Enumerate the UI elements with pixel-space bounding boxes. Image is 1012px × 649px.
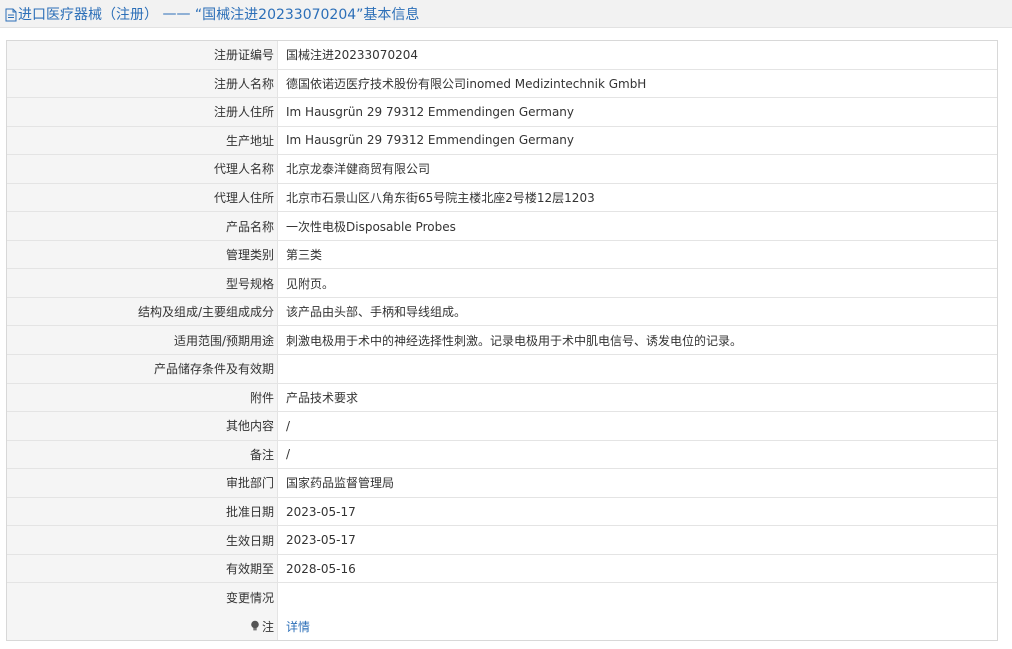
field-label: 产品储存条件及有效期	[7, 355, 278, 383]
field-value: /	[286, 418, 291, 433]
field-value: 国械注进20233070204	[286, 48, 418, 63]
field-label: 适用范围/预期用途	[7, 326, 278, 355]
table-row: 代理人名称 北京龙泰洋健商贸有限公司	[7, 155, 997, 184]
field-label: 型号规格	[7, 269, 278, 297]
field-label: 注册证编号	[7, 41, 278, 69]
field-value: /	[286, 447, 291, 462]
bulb-icon	[250, 620, 260, 632]
field-label: 注册人住所	[7, 98, 278, 126]
field-label: 代理人住所	[7, 183, 278, 212]
note-value-cell: 详情	[278, 612, 997, 641]
field-label: 管理类别	[7, 240, 278, 269]
field-value: 2023-05-17	[286, 533, 356, 548]
field-value: 刺激电极用于术中的神经选择性刺激。记录电极用于术中肌电信号、诱发电位的记录。	[286, 333, 743, 348]
table-row: 审批部门 国家药品监督管理局	[7, 469, 997, 498]
table-row: 变更情况	[7, 583, 997, 612]
field-value: 产品技术要求	[286, 390, 359, 405]
title-prefix: 进口医疗器械（注册）	[18, 6, 158, 23]
table-row: 生产地址 Im Hausgrün 29 79312 Emmendingen Ger…	[7, 126, 997, 156]
table-row: 批准日期 2023-05-17	[7, 497, 997, 527]
field-label: 有效期至	[7, 554, 278, 583]
field-value: Im Hausgrün 29 79312 Emmendingen Germany	[286, 104, 575, 119]
table-row: 注册人住所 Im Hausgrün 29 79312 Emmendingen Ge…	[7, 98, 997, 127]
field-value	[278, 355, 997, 383]
table-row: 产品名称 一次性电极Disposable Probes	[7, 212, 997, 241]
title-main: “国械注进20233070204”基本信息	[194, 6, 420, 23]
table-row: 代理人住所 北京市石景山区八角东街65号院主楼北座2号楼12层1203	[7, 183, 997, 213]
table-row: 其他内容 /	[7, 412, 997, 441]
details-link[interactable]: 详情	[286, 618, 310, 635]
field-label: 代理人名称	[7, 155, 278, 183]
table-row: 备注 /	[7, 440, 997, 470]
info-table: 注册证编号 国械注进20233070204 注册人名称 德国依诺迈医疗技术股份有限公司…	[6, 40, 998, 642]
field-label: 批准日期	[7, 497, 278, 526]
field-value: 一次性电极Disposable Probes	[286, 219, 456, 234]
field-value: 2023-05-17	[286, 504, 356, 519]
field-value: 该产品由头部、手柄和导线组成。	[286, 305, 467, 320]
note-label-cell: 注	[7, 611, 278, 641]
field-label: 备注	[7, 440, 278, 469]
field-value: 见附页。	[286, 276, 335, 291]
field-value: 2028-05-16	[286, 561, 356, 576]
table-row: 产品储存条件及有效期	[7, 355, 997, 384]
field-label: 结构及组成/主要组成成分	[7, 297, 278, 326]
field-label: 变更情况	[7, 583, 278, 612]
field-label: 审批部门	[7, 469, 278, 497]
field-label: 注册人名称	[7, 69, 278, 98]
table-row: 型号规格 见附页。	[7, 269, 997, 298]
table-row: 注册证编号 国械注进20233070204	[7, 41, 997, 70]
field-value: 第三类	[286, 248, 323, 263]
title-separator: ——	[158, 5, 195, 22]
table-row: 管理类别 第三类	[7, 240, 997, 270]
table-row: 适用范围/预期用途 刺激电极用于术中的神经选择性刺激。记录电极用于术中肌电信号、诱…	[7, 326, 997, 356]
field-value: 北京龙泰洋健商贸有限公司	[286, 162, 431, 177]
field-label: 生产地址	[7, 126, 278, 155]
field-value: 北京市石景山区八角东街65号院主楼北座2号楼12层1203	[286, 191, 595, 205]
field-value	[278, 583, 997, 612]
field-label: 其他内容	[7, 412, 278, 440]
document-icon	[5, 8, 17, 22]
field-value: Im Hausgrün 29 79312 Emmendingen Germany	[286, 133, 575, 148]
field-value: 国家药品监督管理局	[286, 476, 395, 491]
field-value: 德国依诺迈医疗技术股份有限公司inomed Medizintechnik Gmb…	[286, 76, 647, 91]
table-row: 附件 产品技术要求	[7, 383, 997, 413]
field-label: 生效日期	[7, 526, 278, 554]
table-row: 注册人名称 德国依诺迈医疗技术股份有限公司inomed Medizintechni…	[7, 69, 997, 99]
note-row: 注 详情	[7, 611, 997, 641]
field-label: 产品名称	[7, 212, 278, 240]
field-label: 附件	[7, 383, 278, 412]
page-title: 进口医疗器械（注册） —— “国械注进20233070204”基本信息	[0, 0, 1012, 28]
note-label: 注	[261, 619, 274, 634]
table-row: 结构及组成/主要组成成分 该产品由头部、手柄和导线组成。	[7, 297, 997, 327]
table-row: 生效日期 2023-05-17	[7, 526, 997, 555]
table-row: 有效期至 2028-05-16	[7, 554, 997, 584]
